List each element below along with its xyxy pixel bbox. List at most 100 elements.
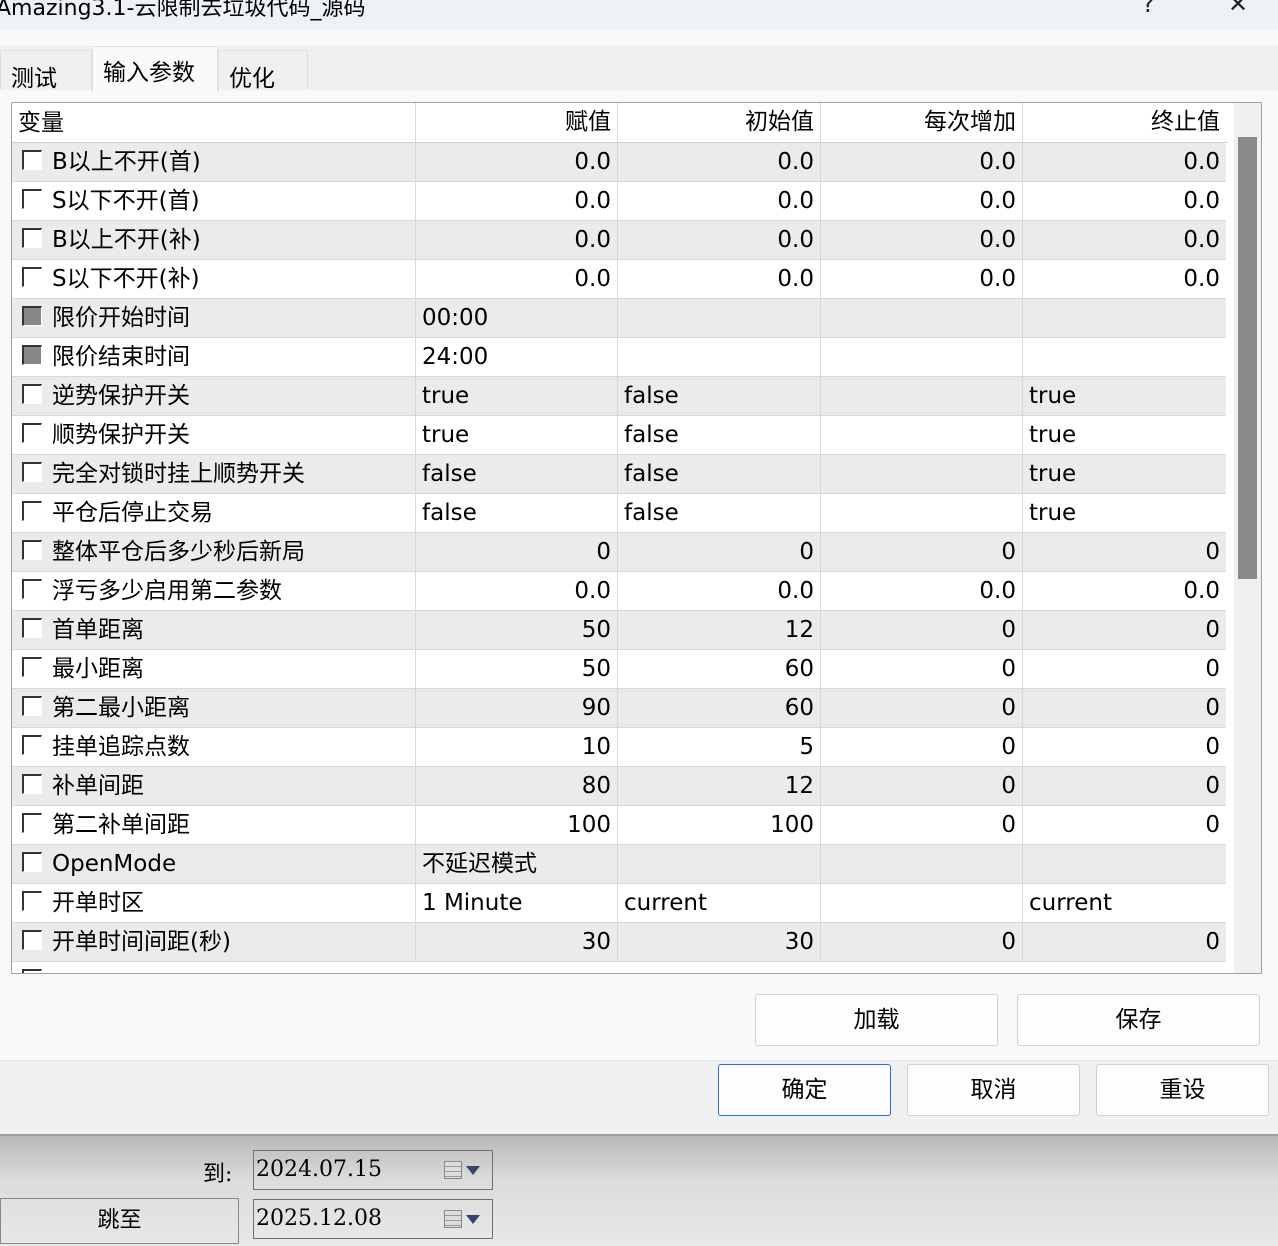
ok-button[interactable]: 确定 bbox=[718, 1064, 891, 1116]
cell-stop[interactable]: 0 bbox=[1023, 767, 1226, 806]
table-row[interactable]: OpenMode 不延迟模式 bbox=[12, 845, 1226, 884]
table-row[interactable]: 完全对锁时挂上顺势开关 false false true bbox=[12, 455, 1226, 494]
cell-start[interactable]: 30 bbox=[618, 923, 821, 962]
cell-value[interactable]: true bbox=[416, 377, 618, 416]
cell-start[interactable]: 100 bbox=[618, 806, 821, 845]
cell-step[interactable]: 0.0 bbox=[821, 143, 1023, 182]
table-row[interactable]: 第二补单间距 100 100 0 0 bbox=[12, 806, 1226, 845]
table-row[interactable]: 限价开始时间 00:00 bbox=[12, 299, 1226, 338]
table-row[interactable]: B以上不开(首) 0.0 0.0 0.0 0.0 bbox=[12, 143, 1226, 182]
cell-start[interactable]: 60 bbox=[618, 689, 821, 728]
cell-value[interactable]: 80 bbox=[416, 767, 618, 806]
cell-step[interactable]: 0 bbox=[821, 728, 1023, 767]
col-start[interactable]: 初始值 bbox=[618, 103, 821, 142]
cell-value[interactable]: 1 Minute bbox=[416, 884, 618, 923]
table-row[interactable]: B以上不开(补) 0.0 0.0 0.0 0.0 bbox=[12, 221, 1226, 260]
cell-value[interactable]: 0.0 bbox=[416, 182, 618, 221]
cell-step[interactable] bbox=[821, 884, 1023, 923]
cell-step[interactable] bbox=[821, 494, 1023, 533]
table-row[interactable]: 最小距离 50 60 0 0 bbox=[12, 650, 1226, 689]
cell-start[interactable]: 12 bbox=[618, 611, 821, 650]
cell-value[interactable]: true bbox=[416, 416, 618, 455]
cell-value[interactable]: 不延迟模式 bbox=[416, 845, 618, 884]
col-stop[interactable]: 终止值 bbox=[1023, 103, 1226, 142]
cell-step[interactable] bbox=[821, 455, 1023, 494]
cell-stop[interactable]: 0.0 bbox=[1023, 572, 1226, 611]
reset-button[interactable]: 重设 bbox=[1096, 1064, 1269, 1116]
cell-stop[interactable]: 0.0 bbox=[1023, 182, 1226, 221]
cell-start[interactable]: 60 bbox=[618, 650, 821, 689]
col-step[interactable]: 每次增加 bbox=[821, 103, 1023, 142]
cell-start[interactable]: current bbox=[618, 884, 821, 923]
cell-stop[interactable]: 0 bbox=[1023, 650, 1226, 689]
cell-stop[interactable]: 0.0 bbox=[1023, 143, 1226, 182]
cell-step[interactable] bbox=[821, 845, 1023, 884]
table-row[interactable]: 首单距离 50 12 0 0 bbox=[12, 611, 1226, 650]
col-value[interactable]: 赋值 bbox=[416, 103, 618, 142]
cell-start[interactable]: 0.0 bbox=[618, 572, 821, 611]
cell-stop[interactable]: 0 bbox=[1023, 611, 1226, 650]
cell-stop[interactable]: true bbox=[1023, 377, 1226, 416]
cell-value[interactable]: 0.0 bbox=[416, 143, 618, 182]
table-row[interactable]: 浮亏多少启用第二参数 0.0 0.0 0.0 0.0 bbox=[12, 572, 1226, 611]
table-row[interactable]: 平仓后停止交易 false false true bbox=[12, 494, 1226, 533]
cell-stop[interactable]: 0.0 bbox=[1023, 260, 1226, 299]
jump-to-button[interactable]: 跳至 bbox=[0, 1198, 239, 1244]
cell-step[interactable]: 0 bbox=[821, 806, 1023, 845]
cell-value[interactable]: 50 bbox=[416, 611, 618, 650]
dropdown-arrow-icon[interactable] bbox=[466, 1166, 480, 1175]
cell-step[interactable] bbox=[821, 416, 1023, 455]
help-button[interactable]: ? bbox=[1142, 0, 1155, 18]
cell-stop[interactable]: 0 bbox=[1023, 728, 1226, 767]
cell-stop[interactable]: 0 bbox=[1023, 533, 1226, 572]
load-button[interactable]: 加载 bbox=[755, 994, 998, 1046]
cell-step[interactable]: 0 bbox=[821, 923, 1023, 962]
scrollbar-thumb[interactable] bbox=[1238, 137, 1257, 579]
cell-value[interactable]: 50 bbox=[416, 650, 618, 689]
cell-start[interactable] bbox=[618, 845, 821, 884]
table-row[interactable]: 补单间距 80 12 0 0 bbox=[12, 767, 1226, 806]
cell-start[interactable] bbox=[618, 299, 821, 338]
cell-start[interactable]: 12 bbox=[618, 767, 821, 806]
tab-optimization[interactable]: 优化 bbox=[218, 50, 308, 92]
cell-value[interactable]: 30 bbox=[416, 923, 618, 962]
table-row-partial[interactable] bbox=[12, 962, 1226, 973]
cell-stop[interactable] bbox=[1023, 338, 1226, 377]
cell-stop[interactable]: 0 bbox=[1023, 806, 1226, 845]
cancel-button[interactable]: 取消 bbox=[907, 1064, 1080, 1116]
cell-step[interactable]: 0.0 bbox=[821, 221, 1023, 260]
cell-start[interactable]: 0.0 bbox=[618, 221, 821, 260]
cell-start[interactable]: false bbox=[618, 494, 821, 533]
cell-value[interactable]: 0.0 bbox=[416, 260, 618, 299]
tab-test[interactable]: 测试 bbox=[0, 50, 92, 92]
cell-step[interactable]: 0 bbox=[821, 533, 1023, 572]
table-row[interactable]: 限价结束时间 24:00 bbox=[12, 338, 1226, 377]
cell-stop[interactable]: current bbox=[1023, 884, 1226, 923]
cell-step[interactable] bbox=[821, 377, 1023, 416]
calendar-icon[interactable] bbox=[444, 1161, 462, 1179]
to-date-picker[interactable]: 2024.07.15 bbox=[253, 1150, 493, 1190]
cell-start[interactable] bbox=[618, 338, 821, 377]
table-row[interactable]: 开单时区 1 Minute current current bbox=[12, 884, 1226, 923]
cell-start[interactable]: false bbox=[618, 416, 821, 455]
cell-stop[interactable] bbox=[1023, 299, 1226, 338]
cell-value[interactable]: 90 bbox=[416, 689, 618, 728]
optimize-checkbox[interactable] bbox=[22, 969, 42, 973]
dropdown-arrow-icon[interactable] bbox=[466, 1215, 480, 1224]
cell-stop[interactable]: true bbox=[1023, 494, 1226, 533]
cell-stop[interactable]: true bbox=[1023, 416, 1226, 455]
table-row[interactable]: 第二最小距离 90 60 0 0 bbox=[12, 689, 1226, 728]
tab-inputs[interactable]: 输入参数 bbox=[92, 46, 218, 92]
cell-step[interactable]: 0 bbox=[821, 689, 1023, 728]
cell-step[interactable] bbox=[821, 338, 1023, 377]
table-row[interactable]: 挂单追踪点数 10 5 0 0 bbox=[12, 728, 1226, 767]
table-row[interactable]: S以下不开(补) 0.0 0.0 0.0 0.0 bbox=[12, 260, 1226, 299]
cell-start[interactable]: 0.0 bbox=[618, 182, 821, 221]
cell-step[interactable]: 0.0 bbox=[821, 572, 1023, 611]
cell-start[interactable]: 0 bbox=[618, 533, 821, 572]
cell-value[interactable]: 24:00 bbox=[416, 338, 618, 377]
cell-start[interactable]: false bbox=[618, 455, 821, 494]
cell-value[interactable]: 100 bbox=[416, 806, 618, 845]
close-button[interactable]: ✕ bbox=[1228, 0, 1248, 18]
cell-value[interactable]: 0 bbox=[416, 533, 618, 572]
